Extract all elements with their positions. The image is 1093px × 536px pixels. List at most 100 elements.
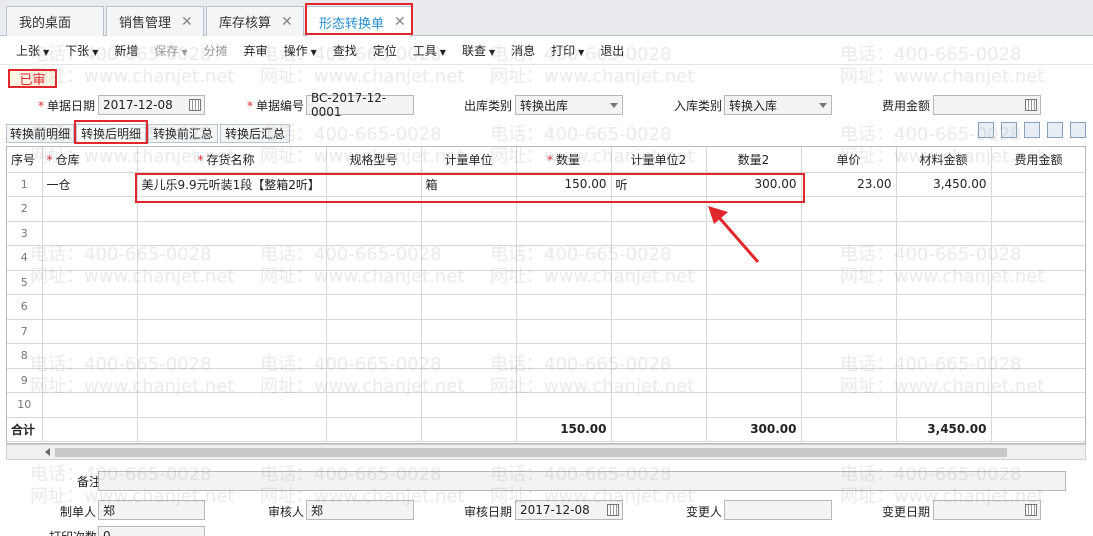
cell-empty[interactable] <box>42 392 138 418</box>
col-name[interactable]: * 存货名称 <box>137 147 327 173</box>
cell-empty[interactable] <box>326 392 422 418</box>
cell-empty[interactable] <box>896 245 992 271</box>
cell-empty[interactable] <box>516 392 612 418</box>
in-type-select[interactable]: 转换入库 <box>724 95 832 115</box>
cell-empty[interactable] <box>516 368 612 393</box>
cell-empty[interactable] <box>421 343 517 369</box>
cell-empty[interactable] <box>42 245 138 271</box>
horizontal-scrollbar[interactable] <box>6 444 1086 460</box>
tab-inventory[interactable]: 库存核算 ✕ <box>206 6 304 36</box>
cell-empty[interactable] <box>706 319 802 344</box>
cell-empty[interactable] <box>706 343 802 369</box>
cell-empty[interactable] <box>801 221 897 246</box>
cell-empty[interactable] <box>42 368 138 393</box>
table-row[interactable]: 2 <box>7 196 1085 222</box>
calculator-icon[interactable] <box>1025 99 1037 111</box>
cell-empty[interactable] <box>516 221 612 246</box>
cell-empty[interactable] <box>326 343 422 369</box>
cell-empty[interactable] <box>611 270 707 295</box>
cell-empty[interactable] <box>896 368 992 393</box>
cell-empty[interactable] <box>611 196 707 222</box>
cell-empty[interactable] <box>801 270 897 295</box>
cell-unit2[interactable]: 听 <box>611 172 707 197</box>
cell-empty[interactable] <box>137 196 327 222</box>
subtab-after-detail[interactable]: 转换后明细 <box>76 124 146 143</box>
cell-empty[interactable] <box>706 392 802 418</box>
cell-empty[interactable] <box>611 221 707 246</box>
table-row[interactable]: 3 <box>7 221 1085 246</box>
cell-empty[interactable] <box>896 392 992 418</box>
cell-empty[interactable] <box>137 319 327 344</box>
cell-empty[interactable] <box>611 368 707 393</box>
close-icon[interactable]: ✕ <box>394 14 406 30</box>
cell-empty[interactable] <box>421 221 517 246</box>
paste-icon[interactable] <box>1001 122 1017 138</box>
cell-empty[interactable] <box>991 196 1085 222</box>
scroll-thumb[interactable] <box>55 448 1007 457</box>
cell-empty[interactable] <box>801 343 897 369</box>
cell-empty[interactable] <box>326 319 422 344</box>
preview-icon[interactable] <box>1047 122 1063 138</box>
cell-empty[interactable] <box>42 343 138 369</box>
tab-desktop[interactable]: 我的桌面 <box>6 6 104 36</box>
table-row[interactable]: 9 <box>7 368 1085 393</box>
calendar-icon[interactable] <box>607 504 619 516</box>
cell-empty[interactable] <box>421 392 517 418</box>
cell-empty[interactable] <box>42 319 138 344</box>
cell-empty[interactable] <box>326 294 422 320</box>
cell-empty[interactable] <box>611 245 707 271</box>
subtab-after-summary[interactable]: 转换后汇总 <box>220 124 290 143</box>
col-qty[interactable]: * 数量 <box>516 147 612 173</box>
cell-empty[interactable] <box>137 368 327 393</box>
table-row[interactable]: 8 <box>7 343 1085 369</box>
table-row[interactable]: 5 <box>7 270 1085 295</box>
new-button[interactable]: 新增 <box>106 42 146 59</box>
cell-empty[interactable] <box>706 368 802 393</box>
col-price[interactable]: 单价 <box>801 147 897 173</box>
cell-empty[interactable] <box>326 368 422 393</box>
subtab-before-detail[interactable]: 转换前明细 <box>6 124 74 143</box>
table-row[interactable]: 10 <box>7 392 1085 418</box>
cell-empty[interactable] <box>896 294 992 320</box>
calendar-icon[interactable] <box>1025 504 1037 516</box>
chevron-down-icon[interactable] <box>610 103 618 108</box>
cell-empty[interactable] <box>801 294 897 320</box>
cell-warehouse[interactable]: 一仓 <box>42 172 138 197</box>
cell-empty[interactable] <box>42 270 138 295</box>
cell-empty[interactable] <box>42 196 138 222</box>
cell-qty2[interactable]: 300.00 <box>706 172 802 197</box>
cell-empty[interactable] <box>42 221 138 246</box>
cell-empty[interactable] <box>801 196 897 222</box>
date-field[interactable]: 2017-12-08 <box>98 95 205 115</box>
table-row[interactable]: 1 一仓 美儿乐9.9元听装1段【整箱2听】 箱 150.00 听 300.00… <box>7 172 1085 197</box>
cell-empty[interactable] <box>137 294 327 320</box>
allocate-button[interactable]: 分摊 <box>196 42 236 59</box>
cell-empty[interactable] <box>991 368 1085 393</box>
cell-empty[interactable] <box>421 294 517 320</box>
col-no[interactable]: 序号 <box>7 147 43 173</box>
cell-empty[interactable] <box>326 196 422 222</box>
cell-empty[interactable] <box>611 392 707 418</box>
cell-empty[interactable] <box>137 270 327 295</box>
cell-empty[interactable] <box>896 196 992 222</box>
table-row[interactable]: 7 <box>7 319 1085 344</box>
remark-field[interactable] <box>98 471 1066 491</box>
cell-empty[interactable] <box>137 245 327 271</box>
tab-sales[interactable]: 销售管理 ✕ <box>106 6 204 36</box>
cell-empty[interactable] <box>42 294 138 320</box>
chevron-down-icon[interactable] <box>819 103 827 108</box>
cell-empty[interactable] <box>137 392 327 418</box>
cell-empty[interactable] <box>516 294 612 320</box>
cell-empty[interactable] <box>991 319 1085 344</box>
cell-name[interactable]: 美儿乐9.9元听装1段【整箱2听】 <box>137 172 327 197</box>
copy-icon[interactable] <box>978 122 994 138</box>
message-button[interactable]: 消息 <box>503 42 543 59</box>
cell-empty[interactable] <box>611 319 707 344</box>
cell-empty[interactable] <box>421 319 517 344</box>
cell-empty[interactable] <box>991 294 1085 320</box>
col-unit2[interactable]: 计量单位2 <box>611 147 707 173</box>
col-amount[interactable]: 材料金额 <box>896 147 992 173</box>
locate-button[interactable]: 定位 <box>365 42 405 59</box>
cell-empty[interactable] <box>896 221 992 246</box>
cell-empty[interactable] <box>516 196 612 222</box>
